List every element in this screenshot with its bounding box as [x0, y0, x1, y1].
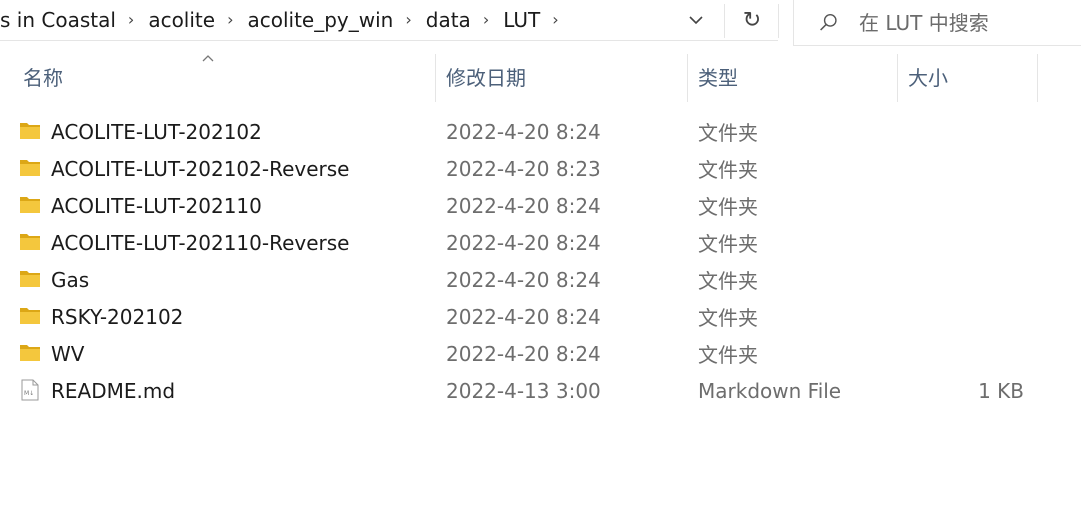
file-row[interactable]: ACOLITE-LUT-202102-Reverse 2022-4-20 8:2… — [0, 150, 1081, 187]
breadcrumb-item[interactable]: acolite — [142, 8, 225, 32]
file-type: 文件夹 — [698, 232, 758, 256]
folder-icon — [20, 271, 40, 287]
file-row[interactable]: ACOLITE-LUT-202102 2022-4-20 8:24 文件夹 — [0, 113, 1081, 150]
file-name: ACOLITE-LUT-202102 — [51, 119, 262, 144]
file-date: 2022-4-20 8:24 — [446, 193, 601, 218]
sort-ascending-icon — [202, 55, 214, 62]
file-name: README.md — [51, 378, 176, 403]
folder-icon — [20, 123, 40, 139]
svg-text:M↓: M↓ — [24, 390, 34, 397]
file-date: 2022-4-20 8:24 — [446, 119, 601, 144]
file-list: ACOLITE-LUT-202102 2022-4-20 8:24 文件夹 AC… — [0, 113, 1081, 409]
search-icon — [820, 13, 837, 31]
folder-icon — [20, 234, 40, 250]
file-name: ACOLITE-LUT-202110-Reverse — [51, 230, 350, 255]
file-size — [898, 335, 1024, 372]
file-type: 文件夹 — [698, 195, 758, 219]
file-row[interactable]: M↓ README.md 2022-4-13 3:00 Markdown Fil… — [0, 372, 1081, 409]
chevron-right-icon[interactable]: › — [405, 10, 411, 29]
file-name: WV — [51, 341, 85, 366]
file-row[interactable]: ACOLITE-LUT-202110 2022-4-20 8:24 文件夹 — [0, 187, 1081, 224]
file-size — [898, 261, 1024, 298]
search-input[interactable] — [857, 9, 1081, 36]
file-size — [898, 224, 1024, 261]
column-header-date[interactable]: 修改日期 — [436, 50, 687, 102]
file-type: 文件夹 — [698, 158, 758, 182]
breadcrumb-item[interactable]: data — [420, 8, 481, 32]
file-type: 文件夹 — [698, 343, 758, 367]
file-type: 文件夹 — [698, 306, 758, 330]
markdown-file-icon: M↓ — [21, 379, 39, 401]
column-header-type[interactable]: 类型 — [688, 50, 897, 102]
folder-icon — [20, 160, 40, 176]
file-size — [898, 150, 1024, 187]
chevron-right-icon[interactable]: › — [227, 10, 233, 29]
search-box[interactable] — [793, 0, 1081, 46]
column-divider[interactable] — [1037, 54, 1038, 102]
column-header-row: 名称 修改日期 类型 大小 — [0, 50, 1081, 102]
file-size — [898, 298, 1024, 335]
divider — [724, 4, 725, 38]
column-header-size[interactable]: 大小 — [898, 50, 1037, 102]
file-type: Markdown File — [698, 378, 842, 403]
file-row[interactable]: RSKY-202102 2022-4-20 8:24 文件夹 — [0, 298, 1081, 335]
chevron-down-icon — [689, 16, 703, 25]
file-date: 2022-4-20 8:24 — [446, 304, 601, 329]
file-row[interactable]: WV 2022-4-20 8:24 文件夹 — [0, 335, 1081, 372]
breadcrumb-item-current[interactable]: LUT — [497, 8, 550, 32]
breadcrumb-item[interactable]: acolite_py_win — [241, 8, 403, 32]
file-date: 2022-4-13 3:00 — [446, 378, 601, 403]
file-size — [898, 113, 1024, 150]
file-name: Gas — [51, 267, 90, 292]
file-row[interactable]: Gas 2022-4-20 8:24 文件夹 — [0, 261, 1081, 298]
file-size: 1 KB — [978, 378, 1024, 403]
file-date: 2022-4-20 8:23 — [446, 156, 601, 181]
column-header-name[interactable]: 名称 — [13, 50, 435, 102]
file-size — [898, 187, 1024, 224]
chevron-right-icon[interactable]: › — [128, 10, 134, 29]
breadcrumb-item[interactable]: s in Coastal — [0, 8, 126, 32]
file-date: 2022-4-20 8:24 — [446, 267, 601, 292]
chevron-right-icon[interactable]: › — [552, 10, 558, 29]
file-type: 文件夹 — [698, 121, 758, 145]
breadcrumb: s in Coastal › acolite › acolite_py_win … — [0, 0, 567, 40]
file-type: 文件夹 — [698, 269, 758, 293]
file-date: 2022-4-20 8:24 — [446, 230, 601, 255]
file-name: ACOLITE-LUT-202110 — [51, 193, 262, 218]
folder-icon — [20, 345, 40, 361]
folder-icon — [20, 308, 40, 324]
refresh-icon: ↻ — [742, 7, 762, 33]
file-date: 2022-4-20 8:24 — [446, 341, 601, 366]
file-row[interactable]: ACOLITE-LUT-202110-Reverse 2022-4-20 8:2… — [0, 224, 1081, 261]
history-dropdown-button[interactable] — [672, 0, 720, 40]
chevron-right-icon[interactable]: › — [483, 10, 489, 29]
file-name: ACOLITE-LUT-202102-Reverse — [51, 156, 350, 181]
file-name: RSKY-202102 — [51, 304, 184, 329]
refresh-button[interactable]: ↻ — [728, 0, 776, 40]
address-bar[interactable]: s in Coastal › acolite › acolite_py_win … — [0, 0, 778, 41]
divider — [778, 4, 779, 38]
folder-icon — [20, 197, 40, 213]
